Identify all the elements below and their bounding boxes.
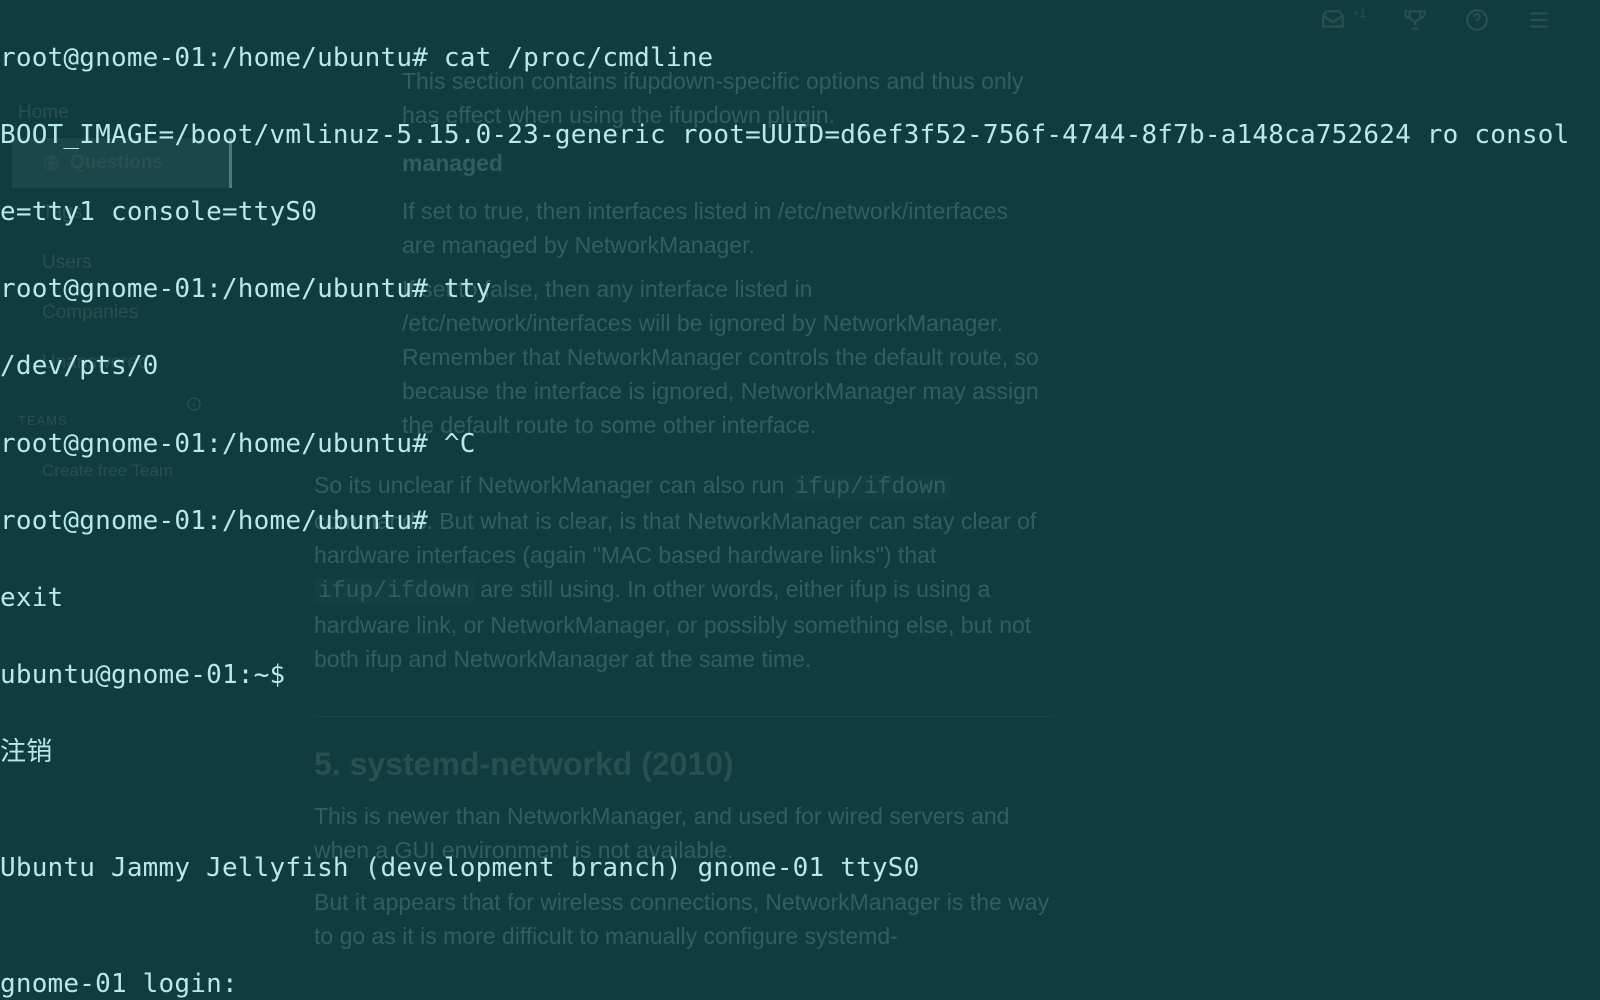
term-line: root@gnome-01:/home/ubuntu# cat /proc/cm… [0,39,1600,78]
term-line: BOOT_IMAGE=/boot/vmlinuz-5.15.0-23-gener… [0,116,1600,155]
term-line: 注销 [0,733,1600,772]
term-line: /dev/pts/0 [0,347,1600,386]
term-line: Ubuntu Jammy Jellyfish (development bran… [0,849,1600,888]
term-line: e=tty1 console=ttyS0 [0,193,1600,232]
terminal[interactable]: root@gnome-01:/home/ubuntu# cat /proc/cm… [0,0,1600,1000]
term-line: root@gnome-01:/home/ubuntu# [0,502,1600,541]
term-line: gnome-01 login: [0,965,1600,1000]
term-line: root@gnome-01:/home/ubuntu# ^C [0,425,1600,464]
term-line: root@gnome-01:/home/ubuntu# tty [0,270,1600,309]
term-line: ubuntu@gnome-01:~$ [0,656,1600,695]
term-line: exit [0,579,1600,618]
